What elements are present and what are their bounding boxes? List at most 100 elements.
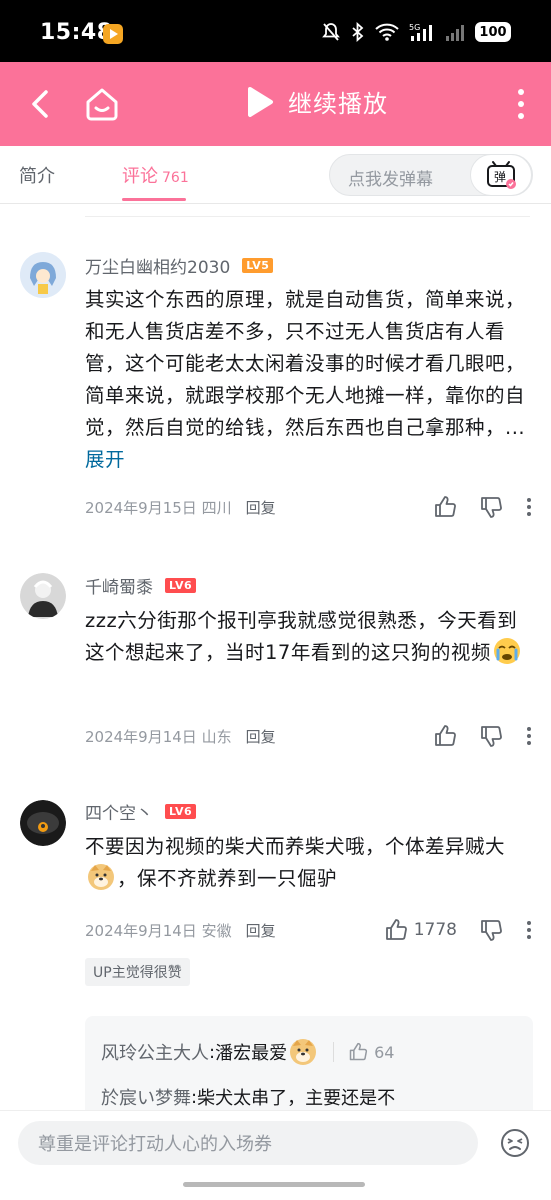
username[interactable]: 万尘白幽相约2030: [85, 253, 230, 278]
comment-body-part2: ，保不齐就养到一只倔驴: [117, 867, 338, 890]
comment-header: 四个空丶 LV6: [85, 799, 197, 824]
thumb-down-icon: [481, 920, 502, 941]
battery-indicator: 100: [475, 22, 511, 42]
thumb-up-icon: [385, 919, 407, 940]
avatar-image: [20, 573, 66, 619]
comment-date-location: 2024年9月15日 四川: [85, 497, 232, 518]
divider: [85, 216, 530, 217]
home-indicator: [183, 1182, 365, 1187]
comment-body: zzz六分街那个报刊亭我就感觉很熟悉，今天看到这个想起来了，当时17年看到的这只…: [85, 609, 518, 664]
more-vertical-icon: [527, 498, 531, 516]
comment-location: 安徽: [201, 922, 232, 940]
comment-actions: 1778: [362, 918, 533, 942]
svg-text:5G: 5G: [409, 23, 420, 32]
resume-play-label: 继续播放: [288, 90, 388, 118]
comment-date: 2024年9月14日: [85, 728, 197, 746]
level-badge: LV6: [165, 578, 197, 593]
avatar-image: [20, 252, 66, 298]
dislike-button[interactable]: [479, 918, 503, 942]
mute-icon: [322, 23, 340, 41]
danmaku-icon: 弹: [487, 161, 516, 189]
crying-emoji-icon: [493, 638, 520, 664]
reply-button[interactable]: 回复: [246, 726, 276, 747]
danmaku-input[interactable]: 点我发弹幕 弹: [329, 154, 533, 196]
sub-reply-text: 潘宏最爱: [215, 1043, 288, 1064]
doge-emoji-icon: [290, 1039, 317, 1065]
more-vertical-icon: [527, 727, 531, 745]
tab-comments[interactable]: 评论 761: [122, 162, 189, 188]
avatar[interactable]: [20, 252, 66, 298]
thumb-down-icon: [481, 726, 502, 747]
comment-meta: 2024年9月15日 四川 回复: [85, 497, 276, 518]
comment-header: 万尘白幽相约2030 LV5: [85, 253, 274, 278]
comment-actions: [411, 724, 533, 748]
level-badge: LV5: [242, 258, 274, 273]
comment-date: 2024年9月15日: [85, 499, 197, 517]
comment-location: 山东: [201, 728, 232, 746]
comment-location: 四川: [201, 499, 232, 517]
resume-play-button[interactable]: 继续播放: [246, 84, 388, 119]
username[interactable]: 四个空丶: [85, 799, 153, 824]
comment-body: 其实这个东西的原理，就是自动售货，简单来说，和无人售货店差不多，只不过无人售货店…: [85, 288, 526, 439]
home-icon[interactable]: [80, 82, 124, 126]
username[interactable]: 千崎蜀黍: [85, 573, 153, 598]
more-options-icon[interactable]: [509, 86, 533, 122]
thumb-up-icon: [435, 725, 456, 746]
comment-text: 不要因为视频的柴犬而养柴犬哦，个体差异贼大 ，保不齐就养到一只倔驴: [85, 831, 533, 895]
thumb-up-icon: [435, 496, 456, 517]
avatar[interactable]: [20, 573, 66, 619]
tab-comments-count: 761: [162, 170, 189, 186]
comment-input-placeholder: 尊重是评论打动人心的入场券: [38, 1134, 272, 1155]
sub-reply-item[interactable]: 於宸い梦舞: 柴犬太串了，主要还是不: [101, 1084, 395, 1110]
like-button[interactable]: 1778: [384, 918, 457, 942]
thumb-down-icon: [481, 497, 502, 518]
back-icon[interactable]: [22, 84, 62, 124]
app-notification-icon: [103, 24, 123, 44]
tab-intro[interactable]: 简介: [19, 162, 55, 188]
sub-reply-name[interactable]: 风玲公主大人: [101, 1039, 209, 1065]
avatar-image: [20, 800, 66, 846]
comment-meta: 2024年9月14日 山东 回复: [85, 726, 276, 747]
top-bar: 继续播放: [0, 62, 551, 146]
like-count: 1778: [413, 920, 457, 940]
comment-date: 2024年9月14日: [85, 922, 197, 940]
status-icons: 5G 100: [321, 22, 511, 42]
comment-text: 其实这个东西的原理，就是自动售货，简单来说，和无人售货店差不多，只不过无人售货店…: [85, 284, 533, 476]
comment-date-location: 2024年9月14日 山东: [85, 726, 232, 747]
emoji-picker-icon[interactable]: [499, 1127, 531, 1159]
reply-button[interactable]: 回复: [246, 497, 276, 518]
sub-reply-item[interactable]: 风玲公主大人: 潘宏最爱 64: [101, 1038, 394, 1066]
sub-reply-like[interactable]: 64: [333, 1042, 394, 1062]
dislike-button[interactable]: [479, 724, 503, 748]
play-icon: [248, 86, 273, 117]
comment-more-button[interactable]: [525, 497, 533, 517]
bluetooth-icon: [352, 22, 364, 42]
more-vertical-icon: [527, 921, 531, 939]
comment-text: zzz六分街那个报刊亭我就感觉很熟悉，今天看到这个想起来了，当时17年看到的这只…: [85, 605, 533, 669]
comment-actions: [411, 495, 533, 519]
comment-input[interactable]: 尊重是评论打动人心的入场券: [18, 1121, 478, 1165]
signal-5g-icon: 5G: [409, 23, 432, 41]
comment-meta: 2024年9月14日 安徽 回复: [85, 920, 276, 941]
content-tabs: 简介 评论 761 点我发弹幕 弹: [0, 146, 551, 204]
expand-link[interactable]: 展开: [85, 448, 125, 471]
danmaku-placeholder: 点我发弹幕: [348, 170, 433, 190]
status-time: 15:48: [40, 20, 113, 45]
like-button[interactable]: [433, 495, 457, 519]
danmaku-toggle-button[interactable]: 弹: [470, 154, 532, 196]
doge-emoji-icon: [88, 864, 114, 890]
danmaku-icon-glyph: 弹: [494, 170, 506, 184]
like-button[interactable]: [433, 724, 457, 748]
comment-date-location: 2024年9月14日 安徽: [85, 920, 232, 941]
active-tab-indicator: [122, 198, 186, 201]
reply-button[interactable]: 回复: [246, 920, 276, 941]
sub-reply-text: 柴犬太串了，主要还是不: [197, 1088, 396, 1109]
comment-more-button[interactable]: [525, 920, 533, 940]
signal-icon: [446, 25, 464, 41]
comment-body-part1: 不要因为视频的柴犬而养柴犬哦，个体差异贼大: [85, 835, 506, 858]
dislike-button[interactable]: [479, 495, 503, 519]
sub-reply-name[interactable]: 於宸い梦舞: [101, 1084, 191, 1110]
avatar[interactable]: [20, 800, 66, 846]
comment-more-button[interactable]: [525, 726, 533, 746]
sub-reply-like-count: 64: [374, 1042, 395, 1062]
